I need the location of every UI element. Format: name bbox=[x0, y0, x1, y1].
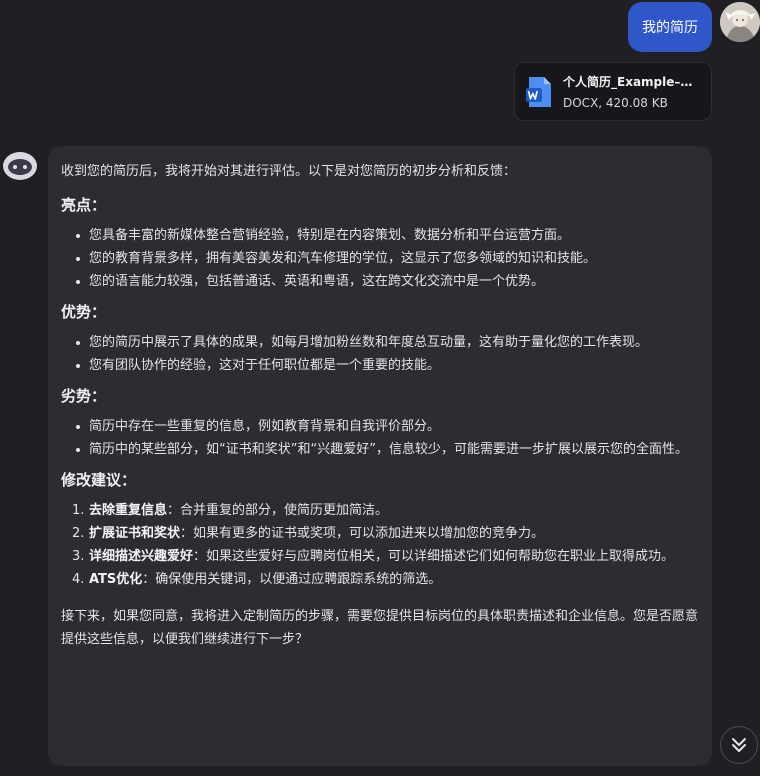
bot-intro-text: 收到您的简历后，我将开始对其进行评估。以下是对您简历的初步分析和反馈： bbox=[61, 164, 517, 179]
list-item: 3. 详细描述兴趣爱好：如果这些爱好与应聘岗位相关，可以详细描述它们如何帮助您在职… bbox=[61, 545, 698, 568]
list-item: 简历中的某些部分，如“证书和奖状”和“兴趣爱好”，信息较少，可能需要进一步扩展以… bbox=[61, 438, 698, 461]
bot-message-bubble: 收到您的简历后，我将开始对其进行评估。以下是对您简历的初步分析和反馈： 亮点： … bbox=[48, 146, 712, 766]
suggestions-list: 1. 去除重复信息：合并重复的部分，使简历更加简洁。 2. 扩展证书和奖状：如果有更… bbox=[61, 499, 698, 591]
suggestion-label: 详细描述兴趣爱好 bbox=[89, 549, 194, 564]
double-chevron-down-icon bbox=[732, 738, 746, 752]
attachment-card[interactable]: 个人简历_Example–修... DOCX, 420.08 KB bbox=[514, 62, 712, 121]
suggestion-label: ATS优化 bbox=[89, 572, 143, 587]
list-item: 4. ATS优化：确保使用关键词，以便通过应聘跟踪系统的筛选。 bbox=[61, 568, 698, 591]
scroll-down-button[interactable] bbox=[720, 726, 758, 764]
word-doc-icon bbox=[526, 76, 551, 107]
user-message-bubble: 我的简历 bbox=[628, 2, 712, 52]
list-item: 您的语言能力较强，包括普通话、英语和粤语，这在跨文化交流中是一个优势。 bbox=[61, 270, 698, 293]
list-number: 2. bbox=[72, 526, 85, 541]
suggestion-text: ：合并重复的部分，使简历更加简洁。 bbox=[167, 503, 389, 518]
bot-outro-text: 接下来，如果您同意，我将进入定制简历的步骤，需要您提供目标岗位的具体职责描述和企… bbox=[61, 609, 699, 647]
section-heading-highlights: 亮点： bbox=[61, 196, 107, 214]
list-item: 1. 去除重复信息：合并重复的部分，使简历更加简洁。 bbox=[61, 499, 698, 522]
suggestion-text: ：确保使用关键词，以便通过应聘跟踪系统的筛选。 bbox=[142, 572, 442, 587]
attachment-file-info: DOCX, 420.08 KB bbox=[563, 96, 668, 110]
section-heading-strengths: 优势： bbox=[61, 303, 107, 321]
suggestion-text: ：如果有更多的证书或奖项，可以添加进来以增加您的竞争力。 bbox=[180, 526, 545, 541]
list-item: 您的教育背景多样，拥有美容美发和汽车修理的学位，这显示了您多领域的知识和技能。 bbox=[61, 247, 698, 270]
list-item: 2. 扩展证书和奖状：如果有更多的证书或奖项，可以添加进来以增加您的竞争力。 bbox=[61, 522, 698, 545]
list-item: 简历中存在一些重复的信息，例如教育背景和自我评价部分。 bbox=[61, 415, 698, 438]
user-avatar-icon[interactable] bbox=[720, 2, 760, 42]
highlights-list: 您具备丰富的新媒体整合营销经验，特别是在内容策划、数据分析和平台运营方面。 您的… bbox=[61, 224, 698, 293]
list-number: 4. bbox=[72, 572, 85, 587]
suggestion-label: 扩展证书和奖状 bbox=[89, 526, 181, 541]
section-heading-weaknesses: 劣势： bbox=[61, 387, 107, 405]
list-item: 您的简历中展示了具体的成果，如每月增加粉丝数和年度总互动量，这有助于量化您的工作… bbox=[61, 331, 698, 354]
section-heading-suggestions: 修改建议： bbox=[61, 471, 137, 489]
user-message-text: 我的简历 bbox=[642, 20, 698, 36]
strengths-list: 您的简历中展示了具体的成果，如每月增加粉丝数和年度总互动量，这有助于量化您的工作… bbox=[61, 331, 698, 377]
weaknesses-list: 简历中存在一些重复的信息，例如教育背景和自我评价部分。 简历中的某些部分，如“证… bbox=[61, 415, 698, 461]
bot-avatar-icon bbox=[2, 150, 38, 182]
suggestion-label: 去除重复信息 bbox=[89, 503, 168, 518]
list-item: 您有团队协作的经验，这对于任何职位都是一个重要的技能。 bbox=[61, 354, 698, 377]
list-number: 3. bbox=[72, 549, 85, 564]
list-item: 您具备丰富的新媒体整合营销经验，特别是在内容策划、数据分析和平台运营方面。 bbox=[61, 224, 698, 247]
suggestion-text: ：如果这些爱好与应聘岗位相关，可以详细描述它们如何帮助您在职业上取得成功。 bbox=[193, 549, 675, 564]
attachment-file-name: 个人简历_Example–修... bbox=[563, 75, 703, 89]
chat-window: 我的简历 个人简历_Example–修... DOCX, 420.08 KB 收… bbox=[0, 0, 760, 776]
list-number: 1. bbox=[72, 503, 85, 518]
